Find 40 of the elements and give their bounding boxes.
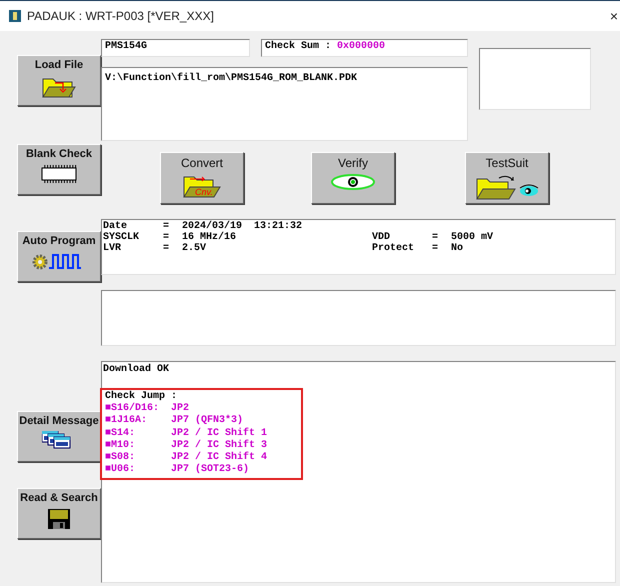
chip-icon [39, 164, 79, 184]
action-button[interactable]: Convert Cnv. [160, 152, 244, 204]
equals-sign: = [432, 243, 440, 254]
ic-name-field[interactable]: PMS154G [101, 39, 250, 57]
info-label: Protect [372, 243, 416, 254]
info-label: SYSCLK [103, 232, 140, 243]
side-button[interactable]: Detail Message [17, 411, 101, 462]
equals-sign: = [163, 221, 170, 232]
file-path-field[interactable]: V:\Function\fill_rom\PMS154G_ROM_BLANK.PDK [101, 67, 468, 141]
message-line: ■S14: JP2 / IC Shift 1 [105, 428, 268, 440]
side-button[interactable]: Auto Program [17, 231, 101, 282]
side-button[interactable]: Read & Search [17, 488, 101, 539]
info-label: Date [103, 221, 128, 232]
info-value: 2024/03/19 13:21:32 [182, 221, 304, 232]
message-line: Check Jump : [105, 391, 178, 402]
window-title: PADAUK : WRT-P003 [*VER_XXX] [27, 9, 215, 23]
close-button[interactable]: × [610, 8, 618, 24]
info-label: VDD [372, 232, 392, 243]
info-value: No [451, 243, 464, 254]
action-button[interactable]: Verify [311, 152, 395, 204]
side-button[interactable]: Blank Check [17, 144, 101, 195]
equals-sign: = [163, 243, 170, 254]
message-line: ■S16/D16: JP2 [105, 403, 190, 415]
message-line: ■1J16A: JP7 (QFN3*3) [105, 415, 244, 428]
checksum-field: Check Sum : 0x000000 [261, 39, 468, 57]
message-line: ■U06: JP7 (SOT23-6) [105, 464, 250, 476]
message-line: ■S08: JP2 / IC Shift 4 [105, 452, 268, 464]
message-line: ■M10: JP2 / IC Shift 3 [105, 440, 268, 452]
app-icon [9, 10, 21, 22]
eye-icon [330, 173, 376, 191]
info-value: 16 MHz/16 [182, 232, 238, 243]
action-button[interactable]: TestSuit [465, 152, 549, 204]
equals-sign: = [163, 232, 170, 243]
equals-sign: = [432, 232, 440, 243]
status-message: Download OK [103, 363, 170, 376]
side-button[interactable]: Load File [17, 55, 101, 106]
info-label: LVR [103, 243, 122, 254]
folder-eye-icon [475, 173, 539, 201]
info-value: 5000 mV [451, 232, 494, 243]
info-value: 2.5V [182, 243, 208, 254]
